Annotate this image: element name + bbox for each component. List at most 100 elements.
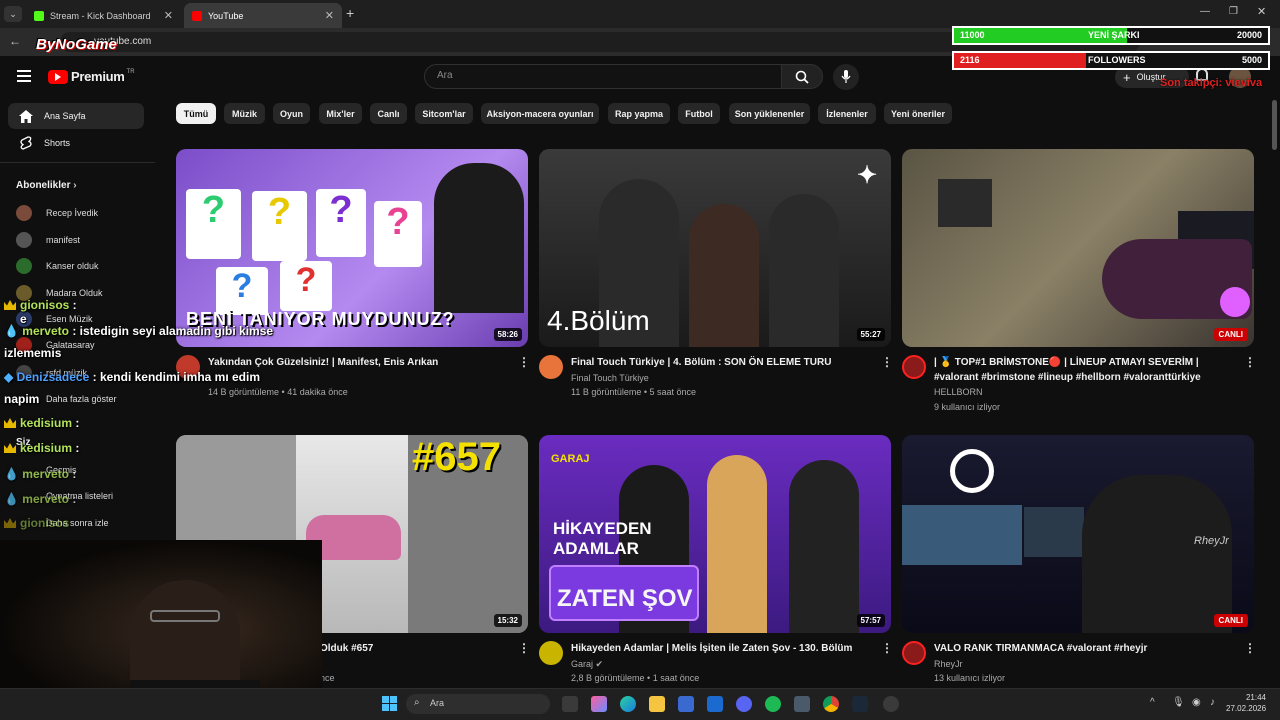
tab-list-button[interactable]: ⌄ (4, 6, 22, 22)
thumbnail-text: #657 (412, 435, 501, 479)
minimize-button[interactable]: — (1200, 6, 1210, 17)
show-more-label: Daha fazla göster (46, 394, 117, 404)
menu-icon[interactable] (17, 70, 31, 82)
verified-icon: ✔ (595, 659, 604, 669)
volume-icon[interactable]: ♪ (1210, 697, 1215, 708)
subscriptions-heading[interactable]: Abonelikler › (16, 180, 77, 191)
taskbar-search[interactable]: ⌕ Ara (406, 694, 550, 714)
sidebar-item-label: Ana Sayfa (44, 111, 86, 121)
avatar (16, 232, 32, 248)
mail-icon[interactable] (707, 696, 723, 712)
sidebar-sub[interactable]: Kanser olduk (8, 255, 99, 277)
new-tab-button[interactable]: + (346, 5, 354, 21)
maximize-button[interactable]: ❐ (1229, 6, 1238, 17)
network-icon[interactable]: ◉ (1192, 697, 1201, 708)
chat-user: gionisos (20, 298, 70, 312)
steam-icon[interactable] (852, 696, 868, 712)
tab-kick[interactable]: Stream - Kick Dashboard ✕ (26, 3, 181, 28)
video-thumbnail[interactable]: CANLI (902, 149, 1254, 347)
goal-bar-followers: 2116 FOLLOWERS 5000 (952, 51, 1270, 70)
channel-name[interactable]: RheyJr (934, 657, 963, 671)
channel-avatar[interactable] (902, 641, 926, 665)
thumbnail-text: 4.Bölüm (547, 305, 650, 336)
channel-name[interactable]: HELLBORN (934, 385, 983, 399)
clock[interactable]: 21:44 27.02.2026 (1226, 692, 1266, 714)
more-options-icon[interactable]: ⋮ (1244, 641, 1256, 655)
channel-avatar[interactable] (539, 641, 563, 665)
discord-icon[interactable] (736, 696, 752, 712)
chrome-icon[interactable] (823, 696, 839, 712)
chat-message: 💧 merveto : (4, 492, 77, 506)
scrollbar-thumb[interactable] (1272, 100, 1277, 150)
sidebar-item-shorts[interactable]: Shorts (8, 130, 144, 156)
spotify-icon[interactable] (765, 696, 781, 712)
video-title[interactable]: Final Touch Türkiye | 4. Bölüm : SON ÖN … (571, 355, 861, 370)
tab-youtube[interactable]: YouTube ✕ (184, 3, 342, 28)
tab-label: Stream - Kick Dashboard (50, 10, 151, 21)
video-thumbnail[interactable]: RheyJr CANLI (902, 435, 1254, 633)
divider (0, 162, 155, 163)
close-window-button[interactable]: ✕ (1257, 5, 1266, 18)
chip[interactable]: İzlenenler (818, 103, 876, 124)
search-button[interactable] (781, 64, 823, 89)
more-options-icon[interactable]: ⋮ (518, 641, 530, 655)
task-view-icon[interactable] (562, 696, 578, 712)
video-thumbnail[interactable]: ? ? ? ? ? ? BENİ TANIYOR MUYDUNUZ? 58:26 (176, 149, 528, 347)
microphone-tray-icon[interactable]: 🎙 (1172, 697, 1185, 708)
channel-avatar[interactable] (539, 355, 563, 379)
goal-target: 5000 (1241, 55, 1262, 65)
video-title[interactable]: Olduk #657 (320, 641, 610, 656)
chip[interactable]: Mix'ler (319, 103, 362, 124)
sidebar-sub-label: Recep İvedik (46, 208, 99, 218)
live-badge: CANLI (1213, 328, 1248, 341)
store-icon[interactable] (678, 696, 694, 712)
channel-name[interactable]: Final Touch Türkiye (571, 371, 649, 385)
windows-start-icon[interactable] (382, 696, 397, 711)
chip[interactable]: Yeni öneriler (884, 103, 952, 124)
chip[interactable]: Oyun (273, 103, 310, 124)
chip[interactable]: Futbol (678, 103, 720, 124)
app-icon[interactable] (794, 696, 810, 712)
video-title[interactable]: VALO RANK TIRMANMACA #valorant #rheyjr (934, 641, 1224, 656)
chat-user: merveto (22, 492, 69, 506)
thumbnail-logo-text: ZATEN ŞOV (557, 585, 693, 612)
chip[interactable]: Aksiyon-macera oyunları (481, 103, 599, 124)
video-title[interactable]: Hikayeden Adamlar | Melis İşiten ile Zat… (571, 641, 861, 656)
close-icon[interactable]: ✕ (164, 9, 173, 22)
chip[interactable]: Sitcom'lar (415, 103, 473, 124)
sidebar-sub[interactable]: Recep İvedik (8, 202, 98, 224)
thumbnail-label: GARAJ (551, 453, 590, 465)
back-arrow-icon[interactable]: ← (9, 34, 21, 48)
video-thumbnail[interactable]: GARAJ HİKAYEDEN ADAMLAR ZATEN ŞOV 57:57 (539, 435, 891, 633)
goal-current: 11000 (960, 30, 985, 40)
sidebar-sub[interactable]: manifest (8, 229, 80, 251)
channel-avatar[interactable] (902, 355, 926, 379)
more-options-icon[interactable]: ⋮ (1244, 355, 1256, 369)
channel-name[interactable]: Garaj ✔ (571, 657, 603, 671)
more-options-icon[interactable]: ⋮ (518, 355, 530, 369)
voice-search-button[interactable] (833, 64, 859, 90)
video-title[interactable]: Yakından Çok Güzelsiniz! | Manifest, Eni… (208, 355, 498, 370)
thumbnail-logo: ZATEN ŞOV (549, 565, 699, 621)
copilot-icon[interactable] (591, 696, 607, 712)
tray-chevron-icon[interactable]: ^ (1150, 697, 1155, 708)
edge-icon[interactable] (620, 696, 636, 712)
chip[interactable]: Son yüklenenler (729, 103, 810, 124)
chip[interactable]: Müzik (224, 103, 265, 124)
youtube-logo[interactable]: Premium TR (48, 69, 135, 84)
more-options-icon[interactable]: ⋮ (881, 355, 893, 369)
more-options-icon[interactable]: ⋮ (881, 641, 893, 655)
channel-name-text: Garaj (571, 659, 594, 669)
avatar (16, 258, 32, 274)
video-title[interactable]: | 🥇 TOP#1 BRİMSTONE🔴 | LİNEUP ATMAYI SEV… (934, 355, 1234, 385)
chip[interactable]: Canlı (370, 103, 407, 124)
obs-icon[interactable] (883, 696, 899, 712)
search-input[interactable]: Ara (424, 64, 782, 89)
file-explorer-icon[interactable] (649, 696, 665, 712)
chip[interactable]: Rap yapma (608, 103, 670, 124)
video-thumbnail[interactable]: 4.Bölüm ✦ 55:27 (539, 149, 891, 347)
close-icon[interactable]: ✕ (325, 9, 334, 22)
chip-all[interactable]: Tümü (176, 103, 216, 124)
video-meta: 9 kullanıcı izliyor (934, 402, 1001, 412)
sidebar-item-home[interactable]: Ana Sayfa (8, 103, 144, 129)
